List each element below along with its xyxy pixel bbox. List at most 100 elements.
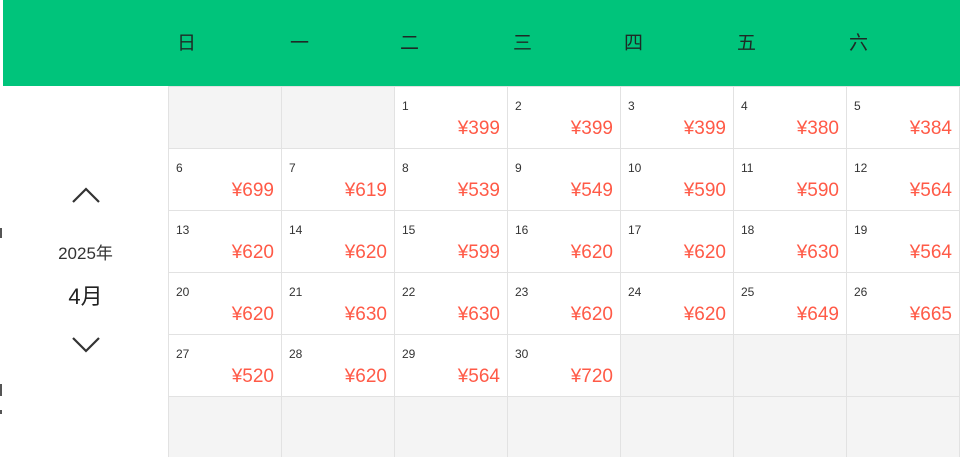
day-number: 16 <box>515 223 529 237</box>
weekday-thu: 四 <box>624 32 644 54</box>
day-number: 29 <box>402 347 416 361</box>
day-cell[interactable]: 28 ¥620 <box>282 335 395 397</box>
day-cell[interactable]: 24 ¥620 <box>621 273 734 335</box>
day-number: 1 <box>402 99 409 113</box>
weekday-mon: 一 <box>290 32 310 54</box>
day-number: 26 <box>854 285 868 299</box>
day-price: ¥564 <box>909 180 952 201</box>
day-number: 2 <box>515 99 522 113</box>
day-cell[interactable]: 27 ¥520 <box>169 335 282 397</box>
day-number: 9 <box>515 161 522 175</box>
day-price: ¥620 <box>344 242 387 263</box>
month-selector: 2025年 4月 <box>3 86 168 457</box>
empty-cell <box>169 397 282 457</box>
day-cell[interactable]: 20 ¥620 <box>169 273 282 335</box>
day-cell[interactable]: 19 ¥564 <box>847 211 960 273</box>
day-cell[interactable]: 15 ¥599 <box>395 211 508 273</box>
day-price: ¥599 <box>457 242 500 263</box>
day-cell[interactable]: 23 ¥620 <box>508 273 621 335</box>
day-cell[interactable]: 30 ¥720 <box>508 335 621 397</box>
day-number: 3 <box>628 99 635 113</box>
day-number: 30 <box>515 347 529 361</box>
day-number: 5 <box>854 99 861 113</box>
day-price: ¥649 <box>796 304 839 325</box>
empty-cell <box>734 397 847 457</box>
day-price: ¥564 <box>909 242 952 263</box>
day-cell[interactable]: 4 ¥380 <box>734 87 847 149</box>
day-number: 19 <box>854 223 868 237</box>
empty-cell <box>282 397 395 457</box>
day-cell[interactable]: 7 ¥619 <box>282 149 395 211</box>
day-cell[interactable]: 26 ¥665 <box>847 273 960 335</box>
chevron-up-icon[interactable] <box>71 186 101 204</box>
day-price: ¥549 <box>570 180 613 201</box>
empty-cell <box>847 397 960 457</box>
empty-cell <box>169 87 282 149</box>
calendar-price-widget: 日 一 二 三 四 五 六 2025年 4月 1 ¥399 2 ¥399 3 ¥399… <box>0 0 960 457</box>
day-cell[interactable]: 17 ¥620 <box>621 211 734 273</box>
day-price: ¥399 <box>457 118 500 139</box>
day-cell[interactable]: 1 ¥399 <box>395 87 508 149</box>
day-cell[interactable]: 3 ¥399 <box>621 87 734 149</box>
day-cell[interactable]: 25 ¥649 <box>734 273 847 335</box>
day-cell[interactable]: 21 ¥630 <box>282 273 395 335</box>
day-cell[interactable]: 14 ¥620 <box>282 211 395 273</box>
day-number: 12 <box>854 161 868 175</box>
empty-cell <box>621 397 734 457</box>
day-number: 11 <box>741 161 754 175</box>
day-number: 23 <box>515 285 529 299</box>
day-price: ¥590 <box>683 180 726 201</box>
day-price: ¥665 <box>909 304 952 325</box>
day-price: ¥630 <box>344 304 387 325</box>
day-price: ¥380 <box>796 118 839 139</box>
day-price: ¥620 <box>231 304 274 325</box>
day-number: 13 <box>176 223 190 237</box>
day-price: ¥384 <box>909 118 952 139</box>
day-price: ¥620 <box>683 304 726 325</box>
day-number: 20 <box>176 285 190 299</box>
day-cell[interactable]: 9 ¥549 <box>508 149 621 211</box>
day-price: ¥620 <box>683 242 726 263</box>
day-cell[interactable]: 12 ¥564 <box>847 149 960 211</box>
day-number: 24 <box>628 285 642 299</box>
empty-cell <box>395 397 508 457</box>
year-label: 2025年 <box>58 244 113 263</box>
day-cell[interactable]: 11 ¥590 <box>734 149 847 211</box>
day-cell[interactable]: 16 ¥620 <box>508 211 621 273</box>
edge-mark <box>0 384 2 396</box>
day-number: 27 <box>176 347 190 361</box>
day-price: ¥520 <box>231 366 274 387</box>
day-cell[interactable]: 29 ¥564 <box>395 335 508 397</box>
day-price: ¥620 <box>570 242 613 263</box>
day-price: ¥720 <box>570 366 613 387</box>
weekday-header: 日 一 二 三 四 五 六 <box>3 0 960 86</box>
day-number: 14 <box>289 223 303 237</box>
empty-cell <box>847 335 960 397</box>
day-number: 17 <box>628 223 642 237</box>
day-price: ¥590 <box>796 180 839 201</box>
day-number: 18 <box>741 223 755 237</box>
day-number: 8 <box>402 161 409 175</box>
day-number: 4 <box>741 99 748 113</box>
day-cell[interactable]: 13 ¥620 <box>169 211 282 273</box>
weekday-fri: 五 <box>737 32 757 54</box>
day-price: ¥539 <box>457 180 500 201</box>
day-price: ¥699 <box>231 180 274 201</box>
weekday-sun: 日 <box>177 32 197 54</box>
day-cell[interactable]: 5 ¥384 <box>847 87 960 149</box>
day-cell[interactable]: 22 ¥630 <box>395 273 508 335</box>
weekday-tue: 二 <box>400 32 420 54</box>
day-number: 7 <box>289 161 296 175</box>
day-cell[interactable]: 18 ¥630 <box>734 211 847 273</box>
day-cell[interactable]: 6 ¥699 <box>169 149 282 211</box>
day-price: ¥620 <box>344 366 387 387</box>
day-price: ¥630 <box>796 242 839 263</box>
weekday-sat: 六 <box>849 32 869 54</box>
month-label: 4月 <box>68 284 103 309</box>
chevron-down-icon[interactable] <box>71 336 101 354</box>
day-cell[interactable]: 2 ¥399 <box>508 87 621 149</box>
day-cell[interactable]: 10 ¥590 <box>621 149 734 211</box>
day-number: 25 <box>741 285 755 299</box>
day-number: 6 <box>176 161 183 175</box>
day-cell[interactable]: 8 ¥539 <box>395 149 508 211</box>
